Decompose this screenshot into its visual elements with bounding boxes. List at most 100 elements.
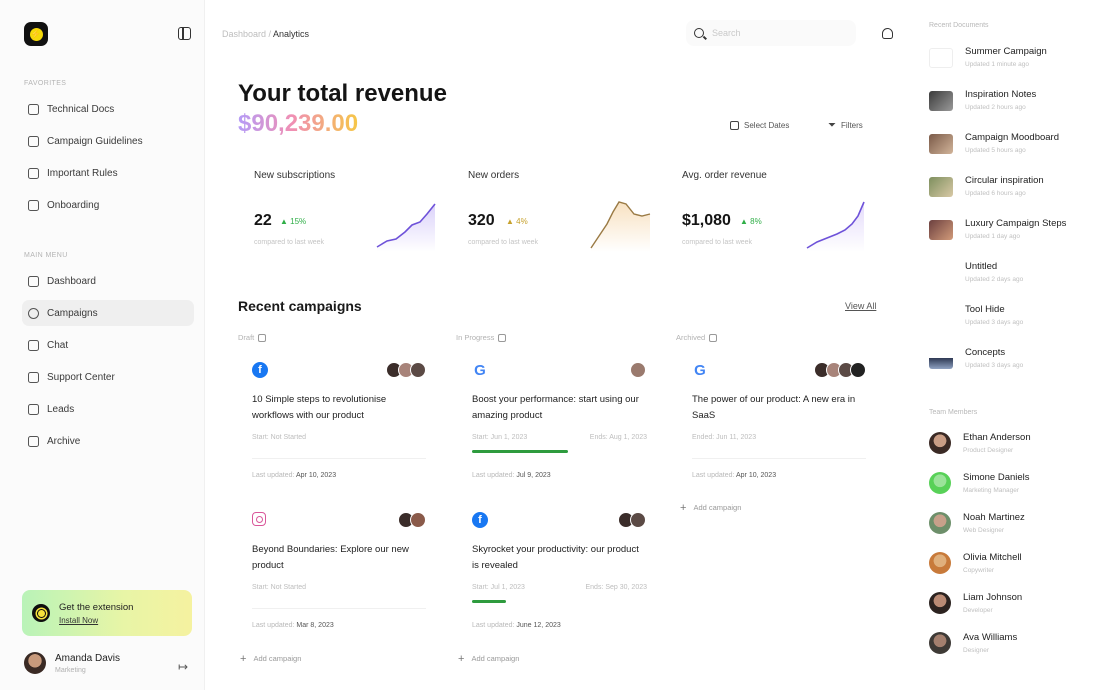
column-label-in-progress[interactable]: In Progress xyxy=(456,333,507,343)
stat-value: 320 xyxy=(468,212,495,229)
member-name: Ethan Anderson xyxy=(963,432,1031,443)
member-role: Marketing Manager xyxy=(963,487,1019,494)
campaign-dates: Ended: Jun 11, 2023 xyxy=(692,434,867,441)
campaign-card[interactable]: f 10 Simple steps to revolutionise workf… xyxy=(238,352,438,482)
total-revenue-value: $90,239.00 xyxy=(238,110,359,137)
add-campaign-button[interactable]: Add campaign xyxy=(680,502,741,514)
document-updated: Updated 2 days ago xyxy=(965,276,1024,283)
google-icon: G xyxy=(694,361,706,379)
team-member[interactable]: Olivia Mitchell Copywriter xyxy=(929,552,1022,574)
facebook-icon: f xyxy=(472,512,488,528)
avatar xyxy=(850,362,866,378)
member-name: Olivia Mitchell xyxy=(963,552,1022,563)
campaign-card[interactable]: f Skyrocket your productivity: our produ… xyxy=(458,502,658,632)
document-item[interactable]: Untitled Updated 2 days ago xyxy=(929,261,1023,283)
sidebar-item-campaigns[interactable]: Campaigns xyxy=(22,300,194,326)
campaign-card[interactable]: Beyond Boundaries: Explore our new produ… xyxy=(238,502,438,632)
user-profile[interactable]: Amanda Davis Marketing xyxy=(24,652,120,674)
campaign-end: Ends: Sep 30, 2023 xyxy=(585,584,648,591)
document-thumbnail xyxy=(929,48,953,68)
sidebar-item-onboarding[interactable]: Onboarding xyxy=(22,192,194,218)
sidebar-item-important-rules[interactable]: Important Rules xyxy=(22,160,194,186)
sidebar-item-campaign-guidelines[interactable]: Campaign Guidelines xyxy=(22,128,194,154)
users-icon xyxy=(28,403,39,415)
avatar xyxy=(24,652,46,674)
add-campaign-button[interactable]: Add campaign xyxy=(240,653,301,665)
document-thumbnail xyxy=(929,306,953,326)
stat-delta: ▲ 4% xyxy=(506,217,528,226)
sidebar-item-archive[interactable]: Archive xyxy=(22,428,194,454)
document-updated: Updated 1 day ago xyxy=(965,233,1020,240)
campaign-card[interactable]: G The power of our product: A new era in… xyxy=(678,352,878,482)
filters-button[interactable]: ⏷ Filters xyxy=(828,116,863,134)
document-item[interactable]: Concepts Updated 3 days ago xyxy=(929,347,1023,369)
avatar xyxy=(929,472,951,494)
team-member[interactable]: Simone Daniels Marketing Manager xyxy=(929,472,1030,494)
stat-value: 22 xyxy=(254,212,272,229)
column-label-archived[interactable]: Archived xyxy=(676,333,718,343)
app-logo[interactable]: ⚡ xyxy=(24,22,48,46)
document-name: Campaign Moodboard xyxy=(965,132,1060,143)
document-icon xyxy=(28,103,39,115)
team-member[interactable]: Ava Williams Designer xyxy=(929,632,1017,654)
document-item[interactable]: Inspiration Notes Updated 2 hours ago xyxy=(929,89,1036,111)
document-thumbnail xyxy=(929,349,953,369)
document-name: Summer Campaign xyxy=(965,46,1047,57)
document-item[interactable]: Tool Hide Updated 3 days ago xyxy=(929,304,1023,326)
campaign-title: Beyond Boundaries: Explore our new produ… xyxy=(252,544,409,571)
document-updated: Updated 2 hours ago xyxy=(965,104,1026,111)
column-count-icon xyxy=(498,334,507,343)
instagram-icon xyxy=(252,512,266,526)
column-label-draft[interactable]: Draft xyxy=(238,333,267,343)
logout-icon[interactable]: ↦ xyxy=(178,660,188,674)
document-name: Untitled xyxy=(965,261,998,272)
document-item[interactable]: Campaign Moodboard Updated 5 hours ago xyxy=(929,132,1059,154)
sidebar-item-dashboard[interactable]: Dashboard xyxy=(22,268,194,294)
team-member[interactable]: Liam Johnson Developer xyxy=(929,592,1022,614)
breadcrumb-parent[interactable]: Dashboard xyxy=(222,29,266,39)
filter-icon: ⏷ xyxy=(828,119,836,131)
divider xyxy=(692,458,866,459)
install-now-link[interactable]: Install Now xyxy=(59,616,133,625)
document-item[interactable]: Circular inspiration Updated 6 hours ago xyxy=(929,175,1044,197)
campaign-start: Start: Jul 1, 2023 xyxy=(472,584,525,591)
notification-bell-icon[interactable] xyxy=(882,28,893,39)
grid-icon xyxy=(28,371,39,383)
extension-promo[interactable]: Get the extension Install Now xyxy=(22,590,192,636)
sidebar-item-chat[interactable]: Chat xyxy=(22,332,194,358)
avatar xyxy=(410,512,426,528)
campaign-start: Start: Not Started xyxy=(252,434,307,441)
column-label-text: Draft xyxy=(238,333,255,342)
updated-date: Apr 10, 2023 xyxy=(296,472,337,479)
member-role: Web Designer xyxy=(963,527,1005,534)
add-campaign-button[interactable]: Add campaign xyxy=(458,653,519,665)
document-item[interactable]: Luxury Campaign Steps Updated 1 day ago xyxy=(929,218,1066,240)
filters-label: Filters xyxy=(841,120,863,130)
campaign-title: 10 Simple steps to revolutionise workflo… xyxy=(252,394,387,421)
sidebar-item-leads[interactable]: Leads xyxy=(22,396,194,422)
campaign-dates: Start: Not Started xyxy=(252,584,427,591)
search-icon xyxy=(694,28,704,38)
document-item[interactable]: Summer Campaign Updated 1 minute ago xyxy=(929,46,1047,68)
view-all-link[interactable]: View All xyxy=(845,301,876,311)
sidebar-item-label: Campaigns xyxy=(47,307,98,319)
sidebar-item-technical-docs[interactable]: Technical Docs xyxy=(22,96,194,122)
campaign-updated: Last updated: Apr 10, 2023 xyxy=(692,472,776,479)
avatar xyxy=(929,552,951,574)
target-icon xyxy=(28,307,39,319)
select-dates-button[interactable]: Select Dates xyxy=(730,116,789,134)
campaign-start: Start: Not Started xyxy=(252,584,307,591)
recent-documents-title: Recent Documents xyxy=(929,22,989,29)
team-member[interactable]: Noah Martinez Web Designer xyxy=(929,512,1025,534)
team-member[interactable]: Ethan Anderson Product Designer xyxy=(929,432,1031,454)
campaign-updated: Last updated: Jul 9, 2023 xyxy=(472,472,551,479)
campaign-start: Ended: Jun 11, 2023 xyxy=(692,434,757,441)
search-input[interactable]: Search xyxy=(686,20,856,46)
document-thumbnail xyxy=(929,263,953,283)
sidebar-item-support-center[interactable]: Support Center xyxy=(22,364,194,390)
document-name: Concepts xyxy=(965,347,1006,358)
campaign-card[interactable]: G Boost your performance: start using ou… xyxy=(458,352,658,482)
sidebar-toggle-icon[interactable] xyxy=(178,27,191,40)
document-name: Inspiration Notes xyxy=(965,89,1037,100)
avatar xyxy=(929,432,951,454)
